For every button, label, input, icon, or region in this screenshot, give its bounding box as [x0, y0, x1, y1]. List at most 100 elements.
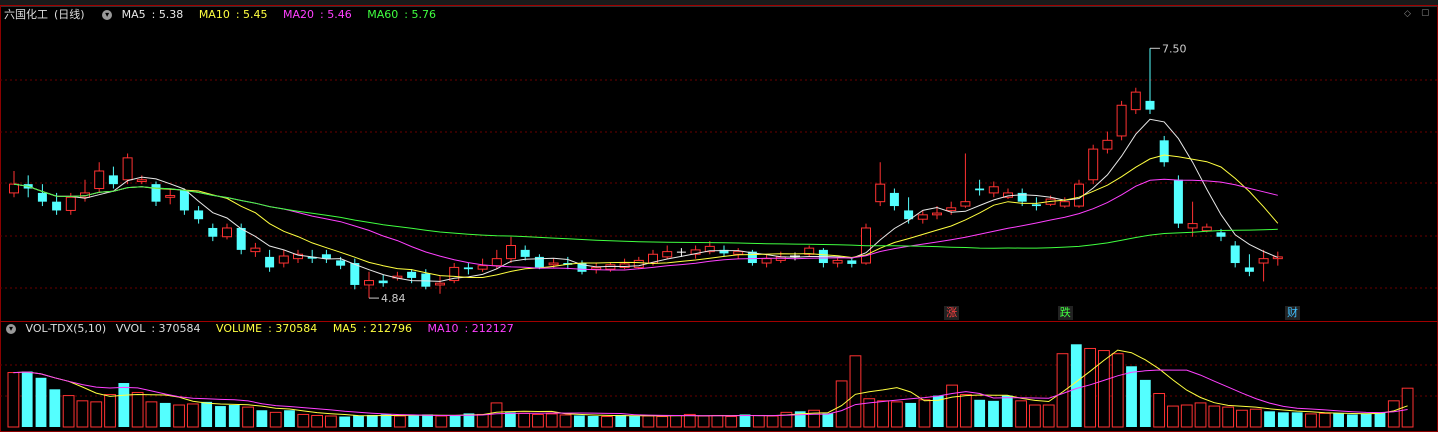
volume-bar — [988, 400, 999, 427]
candle-body — [946, 207, 957, 211]
candle-body — [1088, 148, 1099, 181]
ma5-line — [13, 118, 1278, 282]
maximize-icon[interactable]: ◇ — [1404, 9, 1411, 19]
volume-bar — [1180, 404, 1193, 428]
candle-body — [378, 280, 388, 284]
ma10-label: MA10: 5.45 — [198, 8, 268, 21]
volume-bar — [62, 395, 75, 428]
candle-body — [222, 227, 232, 238]
indicator-toggle-icon[interactable]: ▾ — [102, 10, 113, 20]
volume-bar — [118, 383, 130, 427]
candle-body — [336, 260, 346, 266]
candle-body — [151, 184, 161, 202]
candle-body — [364, 280, 374, 286]
candle-body — [94, 170, 105, 190]
candle-body — [179, 190, 189, 211]
volume-bar — [449, 414, 461, 427]
volume-bar — [1153, 392, 1166, 428]
candle-body — [194, 210, 204, 220]
volume-bar — [1042, 404, 1055, 428]
volume-bar — [739, 414, 751, 427]
event-tag-financial[interactable]: 财 — [1285, 306, 1300, 320]
volume-bar — [90, 401, 103, 428]
event-tag-limit-up[interactable]: 涨 — [944, 306, 960, 320]
candle-body — [1074, 183, 1084, 207]
volume-bar — [1208, 405, 1221, 428]
volume-bar — [697, 415, 710, 428]
candle-body — [832, 259, 843, 264]
candle-body — [932, 212, 942, 216]
volume-bar — [545, 413, 558, 428]
volume-bar — [145, 401, 158, 428]
volume-bar — [1236, 409, 1248, 428]
volume-bar — [215, 406, 226, 427]
volume-label: VOLUME: 370584 — [216, 322, 318, 335]
low-price-label: 4.84 — [381, 292, 406, 305]
event-tag-limit-down[interactable]: 跌 — [1057, 306, 1073, 320]
volume-indicator-toggle-icon[interactable]: ▾ — [6, 324, 16, 334]
volume-bar — [256, 410, 268, 427]
volume-bar — [339, 416, 351, 427]
volume-bar — [1084, 347, 1097, 428]
volume-bar — [822, 413, 834, 427]
volume-bar — [1167, 405, 1179, 428]
volume-bar — [269, 411, 282, 428]
volume-bar — [21, 371, 33, 427]
volume-bar — [394, 415, 406, 428]
candle-body — [208, 227, 218, 237]
candle-body — [108, 175, 118, 185]
volume-bar — [532, 413, 544, 428]
volume-bar — [242, 406, 254, 428]
candle-body — [136, 179, 147, 183]
candle-body — [1031, 204, 1041, 207]
volume-bar — [366, 414, 378, 427]
volume-bar — [642, 415, 655, 428]
candle-body — [889, 192, 899, 207]
volume-bar — [615, 414, 627, 427]
ma20-label: MA20: 5.46 — [283, 8, 352, 21]
candle-body — [421, 273, 431, 287]
volume-chart-header: ▾ VOL-TDX(5,10) VVOL: 370584 VOLUME: 370… — [0, 321, 526, 337]
ma60-label: MA60: 5.76 — [367, 8, 436, 21]
settings-icon[interactable]: ▢ — [1421, 8, 1430, 18]
candle-body — [278, 255, 289, 264]
candle-body — [463, 267, 473, 270]
volume-bar — [1346, 414, 1358, 427]
volume-bar — [1194, 402, 1207, 428]
volume-bar — [1126, 366, 1137, 427]
candle-body — [236, 227, 246, 250]
volume-bar — [601, 416, 613, 428]
volume-bar — [1056, 353, 1069, 428]
volume-bar — [1028, 404, 1041, 428]
volume-bar — [559, 414, 572, 428]
volume-bar — [201, 401, 213, 427]
candle-body — [591, 266, 602, 270]
candle-body — [165, 195, 176, 198]
price-chart-header: 六国化工 (日线) ▾ MA5: 5.38 MA10: 5.45 MA20: 5.… — [0, 7, 448, 23]
volume-bar — [1305, 413, 1317, 428]
candle-body — [350, 263, 360, 285]
volume-bar — [1360, 413, 1372, 427]
candle-body — [250, 247, 261, 253]
volume-bar — [959, 394, 972, 428]
volume-bar — [380, 414, 392, 427]
volume-bar — [725, 416, 738, 428]
volume-bar — [159, 402, 171, 427]
candle-body — [917, 214, 928, 220]
volume-bar — [504, 412, 516, 427]
volume-bar — [1001, 395, 1013, 427]
volume-bar — [228, 405, 240, 427]
volume-ma10-label: MA10: 212127 — [427, 322, 514, 335]
volume-bar — [131, 391, 144, 428]
candle-body — [1145, 100, 1155, 110]
candle-body — [875, 183, 886, 203]
candle-body — [548, 262, 559, 266]
volume-bar — [1291, 412, 1303, 427]
volume-bar — [946, 384, 958, 428]
candle-body — [1159, 140, 1169, 163]
candle-body — [1130, 91, 1141, 111]
volume-bar — [186, 403, 199, 428]
volume-bar — [573, 415, 585, 427]
candle-body — [1187, 223, 1198, 229]
candle-body — [65, 196, 76, 211]
